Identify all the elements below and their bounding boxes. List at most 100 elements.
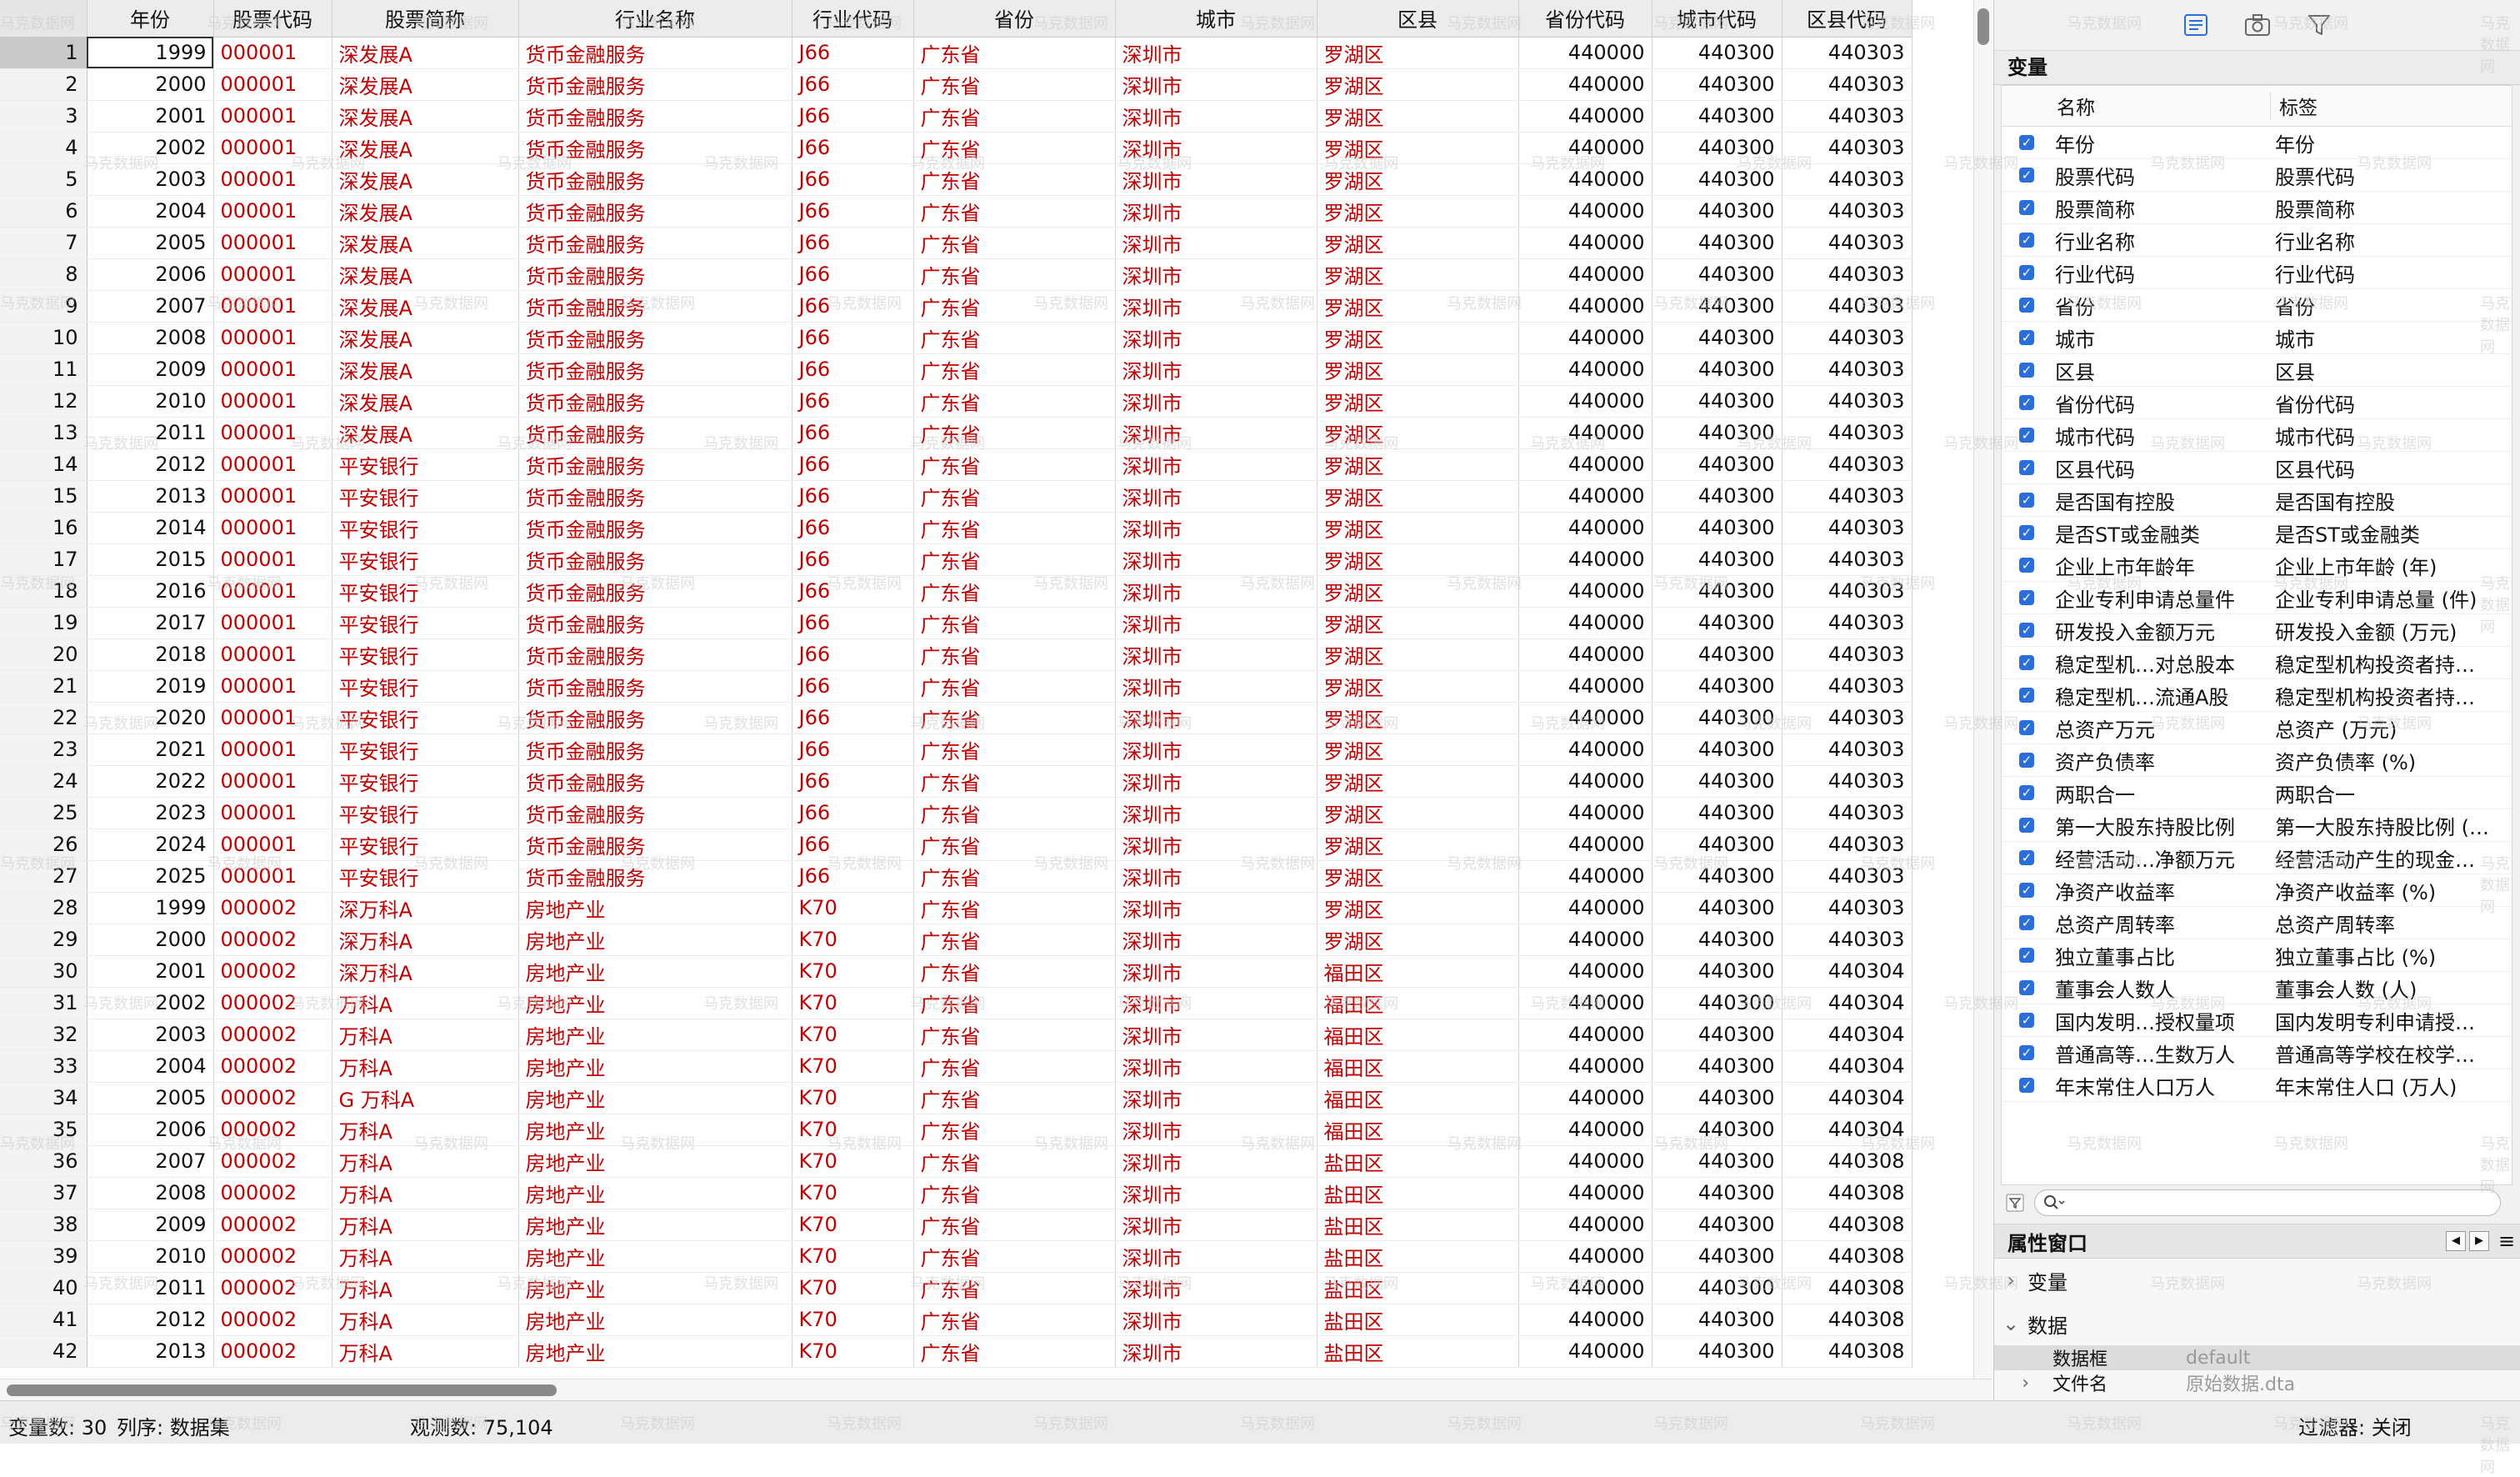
cell-year[interactable]: 2006 bbox=[87, 1114, 214, 1146]
cell-city_code[interactable]: 440300 bbox=[1652, 68, 1782, 101]
cell-abbr[interactable]: 深发展A bbox=[332, 258, 519, 291]
cell-abbr[interactable]: 深发展A bbox=[332, 100, 519, 133]
cell-city_code[interactable]: 440300 bbox=[1652, 290, 1782, 323]
cell-province[interactable]: 广东省 bbox=[913, 1272, 1116, 1304]
row-index[interactable]: 23 bbox=[0, 733, 88, 766]
cell-prov_code[interactable]: 440000 bbox=[1518, 543, 1652, 576]
variable-row[interactable]: ✓ 两职合一 两职合一 bbox=[2002, 777, 2512, 809]
cell-city_code[interactable]: 440300 bbox=[1652, 765, 1782, 798]
cell-ind_code[interactable]: J66 bbox=[792, 100, 914, 133]
cell-prov_code[interactable]: 440000 bbox=[1518, 385, 1652, 418]
cell-industry[interactable]: 货币金融服务 bbox=[518, 512, 792, 544]
cell-prov_code[interactable]: 440000 bbox=[1518, 1272, 1652, 1304]
cell-abbr[interactable]: 深万科A bbox=[332, 892, 519, 924]
cell-dist_code[interactable]: 440304 bbox=[1782, 1019, 1912, 1051]
cell-city[interactable]: 深圳市 bbox=[1115, 227, 1318, 259]
cell-code[interactable]: 000002 bbox=[213, 1272, 332, 1304]
cell-code[interactable]: 000001 bbox=[213, 797, 332, 829]
cell-code[interactable]: 000002 bbox=[213, 1082, 332, 1114]
cell-abbr[interactable]: 平安银行 bbox=[332, 733, 519, 766]
row-index-header[interactable] bbox=[0, 0, 88, 38]
cell-province[interactable]: 广东省 bbox=[913, 132, 1116, 164]
cell-prov_code[interactable]: 440000 bbox=[1518, 1304, 1652, 1336]
cell-district[interactable]: 福田区 bbox=[1317, 1114, 1519, 1146]
cell-district[interactable]: 罗湖区 bbox=[1317, 543, 1519, 576]
horizontal-scroll-thumb[interactable] bbox=[7, 1384, 557, 1396]
cell-industry[interactable]: 房地产业 bbox=[518, 1335, 792, 1368]
cell-dist_code[interactable]: 440308 bbox=[1782, 1335, 1912, 1368]
cell-year[interactable]: 2011 bbox=[87, 417, 214, 449]
cell-prov_code[interactable]: 440000 bbox=[1518, 733, 1652, 766]
variable-checkbox[interactable]: ✓ bbox=[2002, 980, 2052, 995]
table-row[interactable]: 5 2003 000001 深发展A 货币金融服务 J66 广东省 深圳市 罗湖区 440000 4… bbox=[0, 163, 1912, 196]
cell-prov_code[interactable]: 440000 bbox=[1518, 353, 1652, 386]
table-row[interactable]: 10 2008 000001 深发展A 货币金融服务 J66 广东省 深圳市 罗湖区 440000… bbox=[0, 322, 1912, 354]
table-row[interactable]: 25 2023 000001 平安银行 货币金融服务 J66 广东省 深圳市 罗湖区 440000… bbox=[0, 797, 1912, 829]
cell-industry[interactable]: 货币金融服务 bbox=[518, 575, 792, 608]
cell-city_code[interactable]: 440300 bbox=[1652, 1082, 1782, 1114]
cell-province[interactable]: 广东省 bbox=[913, 353, 1116, 386]
cell-city[interactable]: 深圳市 bbox=[1115, 987, 1318, 1019]
table-row[interactable]: 35 2006 000002 万科A 房地产业 K70 广东省 深圳市 福田区 440000 440… bbox=[0, 1114, 1912, 1146]
cell-province[interactable]: 广东省 bbox=[913, 987, 1116, 1019]
cell-city[interactable]: 深圳市 bbox=[1115, 1177, 1318, 1209]
cell-city[interactable]: 深圳市 bbox=[1115, 702, 1318, 734]
cell-city_code[interactable]: 440300 bbox=[1652, 987, 1782, 1019]
prop-row-dataframe[interactable]: 数据框 default bbox=[1994, 1345, 2520, 1370]
cell-code[interactable]: 000001 bbox=[213, 227, 332, 259]
cell-abbr[interactable]: 万科A bbox=[332, 1019, 519, 1051]
row-index[interactable]: 20 bbox=[0, 638, 88, 671]
cell-dist_code[interactable]: 440303 bbox=[1782, 512, 1912, 544]
cell-ind_code[interactable]: K70 bbox=[792, 1050, 914, 1083]
variable-row[interactable]: ✓ 是否ST或金融类 是否ST或金融类 bbox=[2002, 517, 2512, 549]
cell-dist_code[interactable]: 440308 bbox=[1782, 1272, 1912, 1304]
cell-district[interactable]: 罗湖区 bbox=[1317, 353, 1519, 386]
cell-prov_code[interactable]: 440000 bbox=[1518, 607, 1652, 639]
cell-province[interactable]: 广东省 bbox=[913, 1050, 1116, 1083]
cell-city[interactable]: 深圳市 bbox=[1115, 1209, 1318, 1241]
cell-ind_code[interactable]: J66 bbox=[792, 829, 914, 861]
cell-city[interactable]: 深圳市 bbox=[1115, 448, 1318, 481]
cell-ind_code[interactable]: K70 bbox=[792, 1240, 914, 1273]
prop-section-data[interactable]: ⌄ 数据 bbox=[1994, 1302, 2520, 1345]
variable-row[interactable]: ✓ 年份 年份 bbox=[2002, 127, 2512, 159]
cell-year[interactable]: 2003 bbox=[87, 1019, 214, 1051]
cell-dist_code[interactable]: 440303 bbox=[1782, 417, 1912, 449]
cell-abbr[interactable]: 深发展A bbox=[332, 132, 519, 164]
cell-city[interactable]: 深圳市 bbox=[1115, 1145, 1318, 1178]
cell-year[interactable]: 2008 bbox=[87, 1177, 214, 1209]
variable-checkbox[interactable]: ✓ bbox=[2002, 655, 2052, 670]
cell-code[interactable]: 000001 bbox=[213, 100, 332, 133]
cell-city_code[interactable]: 440300 bbox=[1652, 512, 1782, 544]
cell-city_code[interactable]: 440300 bbox=[1652, 892, 1782, 924]
cell-prov_code[interactable]: 440000 bbox=[1518, 195, 1652, 228]
variable-checkbox[interactable]: ✓ bbox=[2002, 168, 2052, 183]
cell-prov_code[interactable]: 440000 bbox=[1518, 37, 1652, 69]
variable-checkbox[interactable]: ✓ bbox=[2002, 558, 2052, 573]
cell-prov_code[interactable]: 440000 bbox=[1518, 227, 1652, 259]
cell-code[interactable]: 000001 bbox=[213, 575, 332, 608]
row-index[interactable]: 18 bbox=[0, 575, 88, 608]
cell-city_code[interactable]: 440300 bbox=[1652, 543, 1782, 576]
cell-city[interactable]: 深圳市 bbox=[1115, 1240, 1318, 1273]
menu-icon[interactable]: ≡ bbox=[2492, 1229, 2520, 1253]
cell-year[interactable]: 2008 bbox=[87, 322, 214, 354]
table-row[interactable]: 1 1999 000001 深发展A 货币金融服务 J66 广东省 深圳市 罗湖区 440000 4… bbox=[0, 37, 1912, 69]
variable-row[interactable]: ✓ 普通高等…生数万人 普通高等学校在校学… bbox=[2002, 1037, 2512, 1069]
cell-city[interactable]: 深圳市 bbox=[1115, 892, 1318, 924]
cell-ind_code[interactable]: J66 bbox=[792, 543, 914, 576]
cell-city_code[interactable]: 440300 bbox=[1652, 1114, 1782, 1146]
cell-prov_code[interactable]: 440000 bbox=[1518, 1082, 1652, 1114]
variable-row[interactable]: ✓ 净资产收益率 净资产收益率 (%) bbox=[2002, 874, 2512, 907]
cell-industry[interactable]: 货币金融服务 bbox=[518, 607, 792, 639]
cell-prov_code[interactable]: 440000 bbox=[1518, 1209, 1652, 1241]
cell-province[interactable]: 广东省 bbox=[913, 765, 1116, 798]
cell-district[interactable]: 罗湖区 bbox=[1317, 480, 1519, 513]
cell-abbr[interactable]: 深发展A bbox=[332, 163, 519, 196]
cell-district[interactable]: 罗湖区 bbox=[1317, 132, 1519, 164]
cell-year[interactable]: 2000 bbox=[87, 68, 214, 101]
cell-industry[interactable]: 货币金融服务 bbox=[518, 290, 792, 323]
cell-industry[interactable]: 货币金融服务 bbox=[518, 417, 792, 449]
row-index[interactable]: 12 bbox=[0, 385, 88, 418]
cell-province[interactable]: 广东省 bbox=[913, 797, 1116, 829]
